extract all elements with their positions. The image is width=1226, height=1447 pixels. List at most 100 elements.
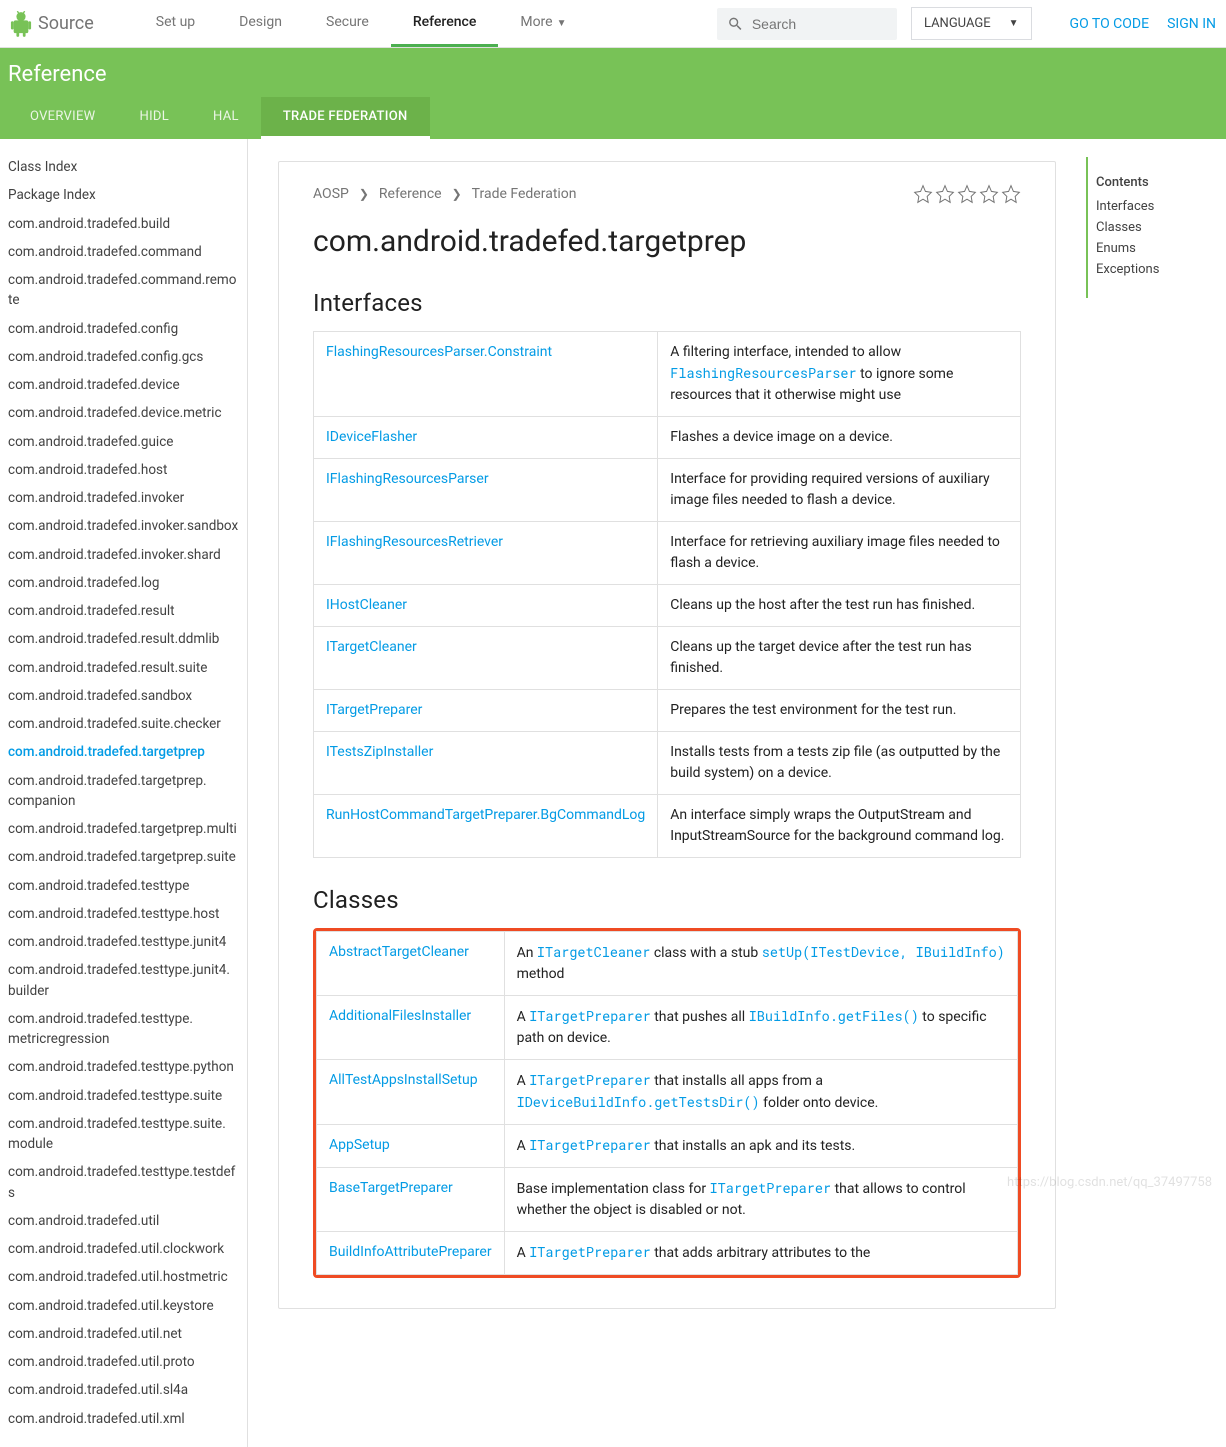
sidenav-item[interactable]: com.android.tradefed.targetprep.suite xyxy=(8,843,239,871)
sidenav-item[interactable]: com.android.tradefed.invoker.sandbox xyxy=(8,512,239,540)
android-logo-icon xyxy=(10,11,32,37)
interface-link[interactable]: ITargetCleaner xyxy=(326,639,417,655)
star-icon[interactable] xyxy=(979,184,999,204)
sidenav-item[interactable]: com.android.tradefed.invoker xyxy=(8,484,239,512)
sidenav-item[interactable]: com.android.tradefed.build xyxy=(8,210,239,238)
sidenav-item[interactable]: com.android.tradefed.config xyxy=(8,315,239,343)
interface-link[interactable]: IFlashingResourcesRetriever xyxy=(326,534,503,550)
table-row: IFlashingResourcesParserInterface for pr… xyxy=(314,459,1021,522)
code-ref[interactable]: ITargetPreparer xyxy=(529,1243,651,1261)
go-to-code-link[interactable]: GO TO CODE xyxy=(1070,16,1150,32)
sidenav-item[interactable]: com.android.tradefed.util.keystore xyxy=(8,1292,239,1320)
tab-overview[interactable]: OVERVIEW xyxy=(8,97,118,139)
toc-interfaces[interactable]: Interfaces xyxy=(1096,196,1218,217)
sidenav-item[interactable]: com.android.tradefed.command xyxy=(8,238,239,266)
nav-setup[interactable]: Set up xyxy=(134,0,217,47)
sidenav-item[interactable]: com.android.tradefed.util.xml xyxy=(8,1405,239,1433)
sidenav-item[interactable]: com.android.tradefed.util.proto xyxy=(8,1348,239,1376)
toc-exceptions[interactable]: Exceptions xyxy=(1096,259,1218,280)
sidenav-item[interactable]: com.android.tradefed.guice xyxy=(8,428,239,456)
class-link[interactable]: AppSetup xyxy=(329,1137,390,1153)
main-content: AOSP ❯ Reference ❯ Trade Federation com.… xyxy=(248,139,1086,1447)
interface-link[interactable]: FlashingResourcesParser.Constraint xyxy=(326,344,552,360)
sidenav-item[interactable]: com.android.tradefed.result.suite xyxy=(8,654,239,682)
sidenav-item[interactable]: com.android.tradefed.testtype.junit4. bu… xyxy=(8,956,239,1005)
sidenav-item[interactable]: com.android.tradefed.testtype.testdefs xyxy=(8,1158,239,1207)
sign-in-link[interactable]: SIGN IN xyxy=(1167,16,1216,32)
rating-stars[interactable] xyxy=(911,184,1021,204)
nav-secure[interactable]: Secure xyxy=(304,0,391,47)
sidenav-item[interactable]: Package Index xyxy=(8,181,239,209)
nav-reference[interactable]: Reference xyxy=(391,0,499,47)
sidenav-item[interactable]: com.android.tradefed.result.ddmlib xyxy=(8,625,239,653)
sidenav-item[interactable]: com.android.tradefed.testtype xyxy=(8,872,239,900)
nav-design[interactable]: Design xyxy=(217,0,304,47)
interface-link[interactable]: IDeviceFlasher xyxy=(326,429,417,445)
code-ref[interactable]: ITargetPreparer xyxy=(529,1071,651,1089)
star-icon[interactable] xyxy=(935,184,955,204)
sidenav-item[interactable]: com.android.tradefed.host xyxy=(8,456,239,484)
interface-link[interactable]: IHostCleaner xyxy=(326,597,407,613)
tab-hal[interactable]: HAL xyxy=(191,97,261,139)
sidenav-item[interactable]: com.android.tradefed.testtype.python xyxy=(8,1053,239,1081)
sidenav-item[interactable]: com.android.tradefed.result xyxy=(8,597,239,625)
code-ref[interactable]: FlashingResourcesParser xyxy=(670,364,856,382)
code-ref[interactable]: IBuildInfo.getFiles() xyxy=(749,1007,919,1025)
sidenav-item[interactable]: com.android.tradefed.util.hostmetric xyxy=(8,1263,239,1291)
sidenav-item[interactable]: com.android.tradefed.command.remote xyxy=(8,266,239,315)
code-ref[interactable]: ITargetPreparer xyxy=(529,1007,651,1025)
sidenav-item[interactable]: com.android.tradefed.device.metric xyxy=(8,399,239,427)
sidenav-item[interactable]: com.android.tradefed.invoker.shard xyxy=(8,541,239,569)
sidenav-item[interactable]: com.android.tradefed.util.net xyxy=(8,1320,239,1348)
sidenav-item[interactable]: com.android.tradefed.device xyxy=(8,371,239,399)
star-icon[interactable] xyxy=(1001,184,1021,204)
sidenav-item[interactable]: com.android.tradefed.testtype.suite. mod… xyxy=(8,1110,239,1159)
class-link[interactable]: AbstractTargetCleaner xyxy=(329,944,469,960)
sidenav-item[interactable]: com.android.tradefed.targetprep.multi xyxy=(8,815,239,843)
sidenav-item[interactable]: com.android.tradefed.log xyxy=(8,569,239,597)
star-icon[interactable] xyxy=(957,184,977,204)
sidenav-item[interactable]: com.android.tradefed.targetprep. compani… xyxy=(8,767,239,816)
sidenav-item[interactable]: com.android.tradefed.testtype. metricreg… xyxy=(8,1005,239,1054)
code-ref[interactable]: IDeviceBuildInfo.getTestsDir() xyxy=(517,1093,760,1111)
class-link[interactable]: AllTestAppsInstallSetup xyxy=(329,1072,478,1088)
star-icon[interactable] xyxy=(913,184,933,204)
language-dropdown[interactable]: LANGUAGE ▼ xyxy=(911,7,1032,40)
tab-trade-federation[interactable]: TRADE FEDERATION xyxy=(261,97,430,139)
interface-link[interactable]: RunHostCommandTargetPreparer.BgCommandLo… xyxy=(326,807,645,823)
interface-link[interactable]: ITestsZipInstaller xyxy=(326,744,433,760)
sidenav-item[interactable]: com.android.tradefed.util.sl4a xyxy=(8,1376,239,1404)
interface-link[interactable]: IFlashingResourcesParser xyxy=(326,471,489,487)
sidenav-item[interactable]: Class Index xyxy=(8,153,239,181)
crumb-aosp[interactable]: AOSP xyxy=(313,186,349,202)
sidenav-item[interactable]: com.android.tradefed.testtype.host xyxy=(8,900,239,928)
code-ref[interactable]: setUp(ITestDevice, IBuildInfo) xyxy=(762,943,1005,961)
nav-more[interactable]: More▼ xyxy=(498,0,588,47)
sidenav-item[interactable]: com.android.tradefed.testtype.suite xyxy=(8,1082,239,1110)
table-of-contents: Contents Interfaces Classes Enums Except… xyxy=(1086,157,1226,298)
class-link[interactable]: BuildInfoAttributePreparer xyxy=(329,1244,492,1260)
crumb-trade-federation[interactable]: Trade Federation xyxy=(472,186,577,202)
class-link[interactable]: BaseTargetPreparer xyxy=(329,1180,453,1196)
sidenav-item[interactable]: com.android.tradefed.targetprep xyxy=(8,738,239,766)
code-ref[interactable]: ITargetPreparer xyxy=(710,1179,832,1197)
sidenav-item[interactable]: com.android.tradefed.testtype.junit4 xyxy=(8,928,239,956)
toc-classes[interactable]: Classes xyxy=(1096,217,1218,238)
sidenav-item[interactable]: com.android.tradefed.suite.checker xyxy=(8,710,239,738)
tab-hidl[interactable]: HIDL xyxy=(118,97,192,139)
code-ref[interactable]: ITargetPreparer xyxy=(529,1136,651,1154)
sidenav-item[interactable]: com.android.tradefed.util.clockwork xyxy=(8,1235,239,1263)
code-ref[interactable]: ITargetCleaner xyxy=(537,943,650,961)
crumb-reference[interactable]: Reference xyxy=(379,186,442,202)
sidenav-item[interactable]: com.android.tradefed.config.gcs xyxy=(8,343,239,371)
sidenav-item[interactable]: com.android.tradefed.util xyxy=(8,1207,239,1235)
interface-link[interactable]: ITargetPreparer xyxy=(326,702,422,718)
top-bar: Source Set up Design Secure Reference Mo… xyxy=(0,0,1226,48)
search-input[interactable] xyxy=(752,16,887,32)
class-link[interactable]: AdditionalFilesInstaller xyxy=(329,1008,471,1024)
sidenav-item[interactable]: com.android.tradefed.sandbox xyxy=(8,682,239,710)
logo[interactable]: Source xyxy=(10,11,94,37)
toc-enums[interactable]: Enums xyxy=(1096,238,1218,259)
search-icon xyxy=(727,14,744,34)
search-box[interactable] xyxy=(717,8,897,40)
